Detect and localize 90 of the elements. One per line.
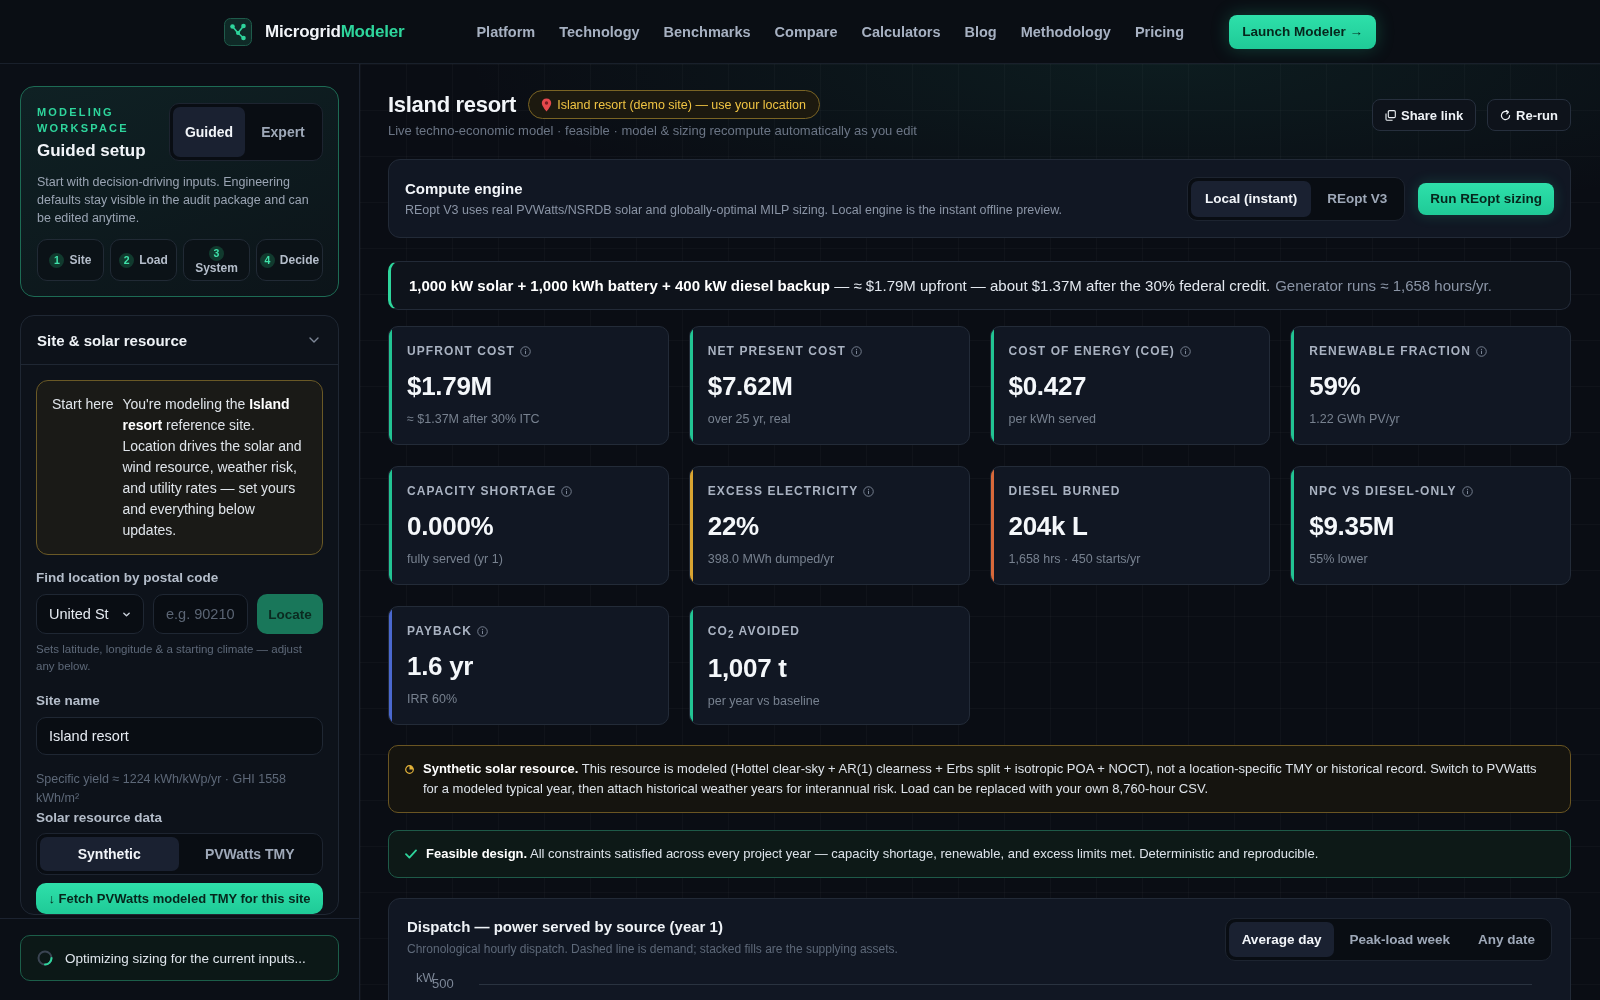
kpi-note: per kWh served [1008,412,1098,426]
panel-title: Guided setup [37,141,147,161]
kpi-label: UPFRONT COST [407,344,515,358]
kpi-note: 55% lower [1309,552,1369,566]
kpi-label: RENEWABLE FRACTION [1309,344,1472,358]
kpi-value: 1,007 t [707,653,788,685]
view-tab[interactable]: Average day [1228,922,1335,957]
step-button[interactable]: 2 Load [110,239,177,281]
kpi-note: 398.0 MWh dumped/yr [707,552,836,566]
nav-link[interactable]: Methodology [1020,23,1111,40]
refresh-icon [1500,109,1512,121]
site-name-input[interactable]: Island resort [36,717,323,755]
mode-tab[interactable]: Expert [247,107,319,157]
panel-description: Start with decision-driving inputs. Engineering defaults stay visible in the audit package and can be edited anytime. [37,174,310,227]
page-title: Island resort [388,91,517,118]
launch-button[interactable]: Launch Modeler → [1229,14,1376,49]
postal-code-input[interactable]: e.g. 90210 [153,594,248,634]
status-text: Optimizing sizing for the current inputs... [65,950,306,966]
card-title: Compute engine [405,180,524,197]
alert-text: Feasible design. All constraints satisfied across every project year — capacity shortage, renewable, and excess limits met. Deterministic and reproducible. [426,845,1319,863]
kpi-value: $9.35M [1309,511,1396,542]
spinner-icon [37,950,53,966]
nav-link[interactable]: Blog [964,23,997,40]
kpi-label: CO$_{2}$ AVOIDED [707,624,801,641]
step-button[interactable]: 3 System [183,239,250,281]
summary-text: 1,000 kW solar + 1,000 kWh battery + 400 kW diesel backup — ≈ $1.79M upfront — about $1.37M after the 30% federal credit. [409,277,1271,294]
engine-option[interactable]: Local (instant) [1190,180,1312,217]
kpi-note: ≈ $1.37M after 30% ITC [407,412,541,426]
kpi-label: DIESEL BURNED [1008,484,1121,498]
share-button[interactable]: Share link [1371,99,1477,131]
kpi-value: 22% [707,511,760,542]
kpi-note: 1,658 hrs · 450 starts/yr [1008,552,1142,566]
field-label: Find location by postal code [36,570,220,585]
nav-link[interactable]: Platform [476,23,536,40]
notice-text: You're modeling the Island resort reference site. Location drives the solar and wind resource, weather risk, and utility rates — set yours and everything below updates. [122,395,303,540]
resource-option[interactable]: Synthetic [40,837,179,871]
section-header[interactable]: Site & solar resource [21,316,338,365]
page-subtitle: Live techno-economic model · feasible · model & sizing recompute automatically as you edit [388,123,917,138]
kpi-value: 0.000% [407,511,495,542]
nav-link[interactable]: Technology [559,23,640,40]
kpi-note: per year vs baseline [707,694,821,709]
pie-icon [405,765,414,774]
pin-icon [541,97,553,112]
country-select[interactable]: United St [36,594,144,634]
yield-note: Specific yield ≈ 1224 kWh/kWp/yr · GHI 1558 kWh/m² [36,771,287,807]
check-icon [405,849,417,859]
card-description: Chronological hourly dispatch. Dashed line is demand; stacked fills are the supplying assets. [407,942,898,956]
kpi-note: over 25 yr, real [707,412,792,426]
kpi-value: 1.6 yr [407,651,475,682]
view-tab[interactable]: Any date [1465,922,1548,957]
rerun-button[interactable]: Re-run [1487,99,1571,131]
summary-note: Generator runs ≈ 1,658 hours/yr. [1275,277,1492,294]
step-button[interactable]: 4 Decide [256,239,323,281]
kpi-value: 59% [1309,371,1362,402]
location-button[interactable]: Island resort (demo site) — use your location [528,90,820,119]
field-label: Site name [36,693,101,708]
network-logo-icon [224,17,252,46]
kpi-value: $1.79M [407,371,493,402]
kpi-value: 204k L [1008,511,1089,542]
help-text: Sets latitude, longitude & a starting climate — adjust any below. [36,642,303,674]
kpi-label: EXCESS ELECTRICITY [707,484,859,498]
fetch-tmy-button[interactable]: ↓ Fetch PVWatts modeled TMY for this site [36,883,323,914]
kpi-note: fully served (yr 1) [407,552,504,566]
step-button[interactable]: 1 Site [37,239,104,281]
kpi-note: 1.22 GWh PV/yr [1309,412,1401,426]
nav-link[interactable]: Pricing [1134,23,1185,40]
nav-link[interactable]: Benchmarks [663,23,751,40]
kpi-value: $7.62M [707,371,794,402]
engine-option[interactable]: REopt V3 [1313,180,1402,217]
nav-link[interactable]: Compare [774,23,838,40]
nav-link[interactable]: Calculators [861,23,941,40]
kpi-label: NPC VS DIESEL-ONLY [1309,484,1457,498]
notice-label: Start here [52,395,114,414]
kpi-value: $0.427 [1008,371,1088,402]
kpi-label: NET PRESENT COST [707,344,847,358]
field-label: Solar resource data [36,810,164,825]
alert-text: Synthetic solar resource. This resource is modeled (Hottel clear-sky + AR(1) clearness + Erbs split + isotropic POA + NOCT), not a location-specific TMY or historical record. Switch to PVWatts for a modeled typical year, then attach historical weather years for interannual risk. Load can be replaced with your own 8,760-hour CSV. [423,760,1538,798]
copy-icon [1384,109,1396,121]
view-tab[interactable]: Peak-load week [1336,922,1463,957]
eyebrow-label: MODELING WORKSPACE [37,105,130,136]
brand-link[interactable]: MicrogridModeler [265,21,405,42]
run-sizing-button[interactable]: Run REopt sizing [1418,182,1554,215]
kpi-label: CAPACITY SHORTAGE [407,484,557,498]
resource-option[interactable]: PVWatts TMY [180,837,319,871]
mode-tab[interactable]: Guided [173,107,245,157]
card-title: Dispatch — power served by source (year 1) [407,918,724,935]
kpi-label: COST OF ENERGY (COE) [1008,344,1175,358]
kpi-label: PAYBACK [407,624,473,638]
card-description: REopt V3 uses real PVWatts/NSRDB solar and globally-optimal MILP sizing. Local engine is the instant offline preview. [405,203,1064,217]
kpi-note: IRR 60% [407,692,459,706]
